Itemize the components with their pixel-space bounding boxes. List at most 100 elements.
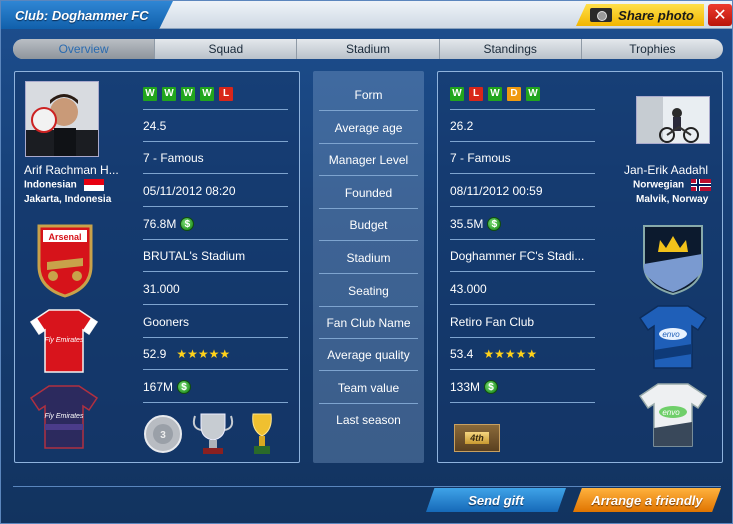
window-title: Club: Doghammer FC bbox=[1, 1, 173, 29]
home-kit-icon: Fly Emirates bbox=[29, 309, 99, 373]
arrange-friendly-button[interactable]: Arrange a friendly bbox=[573, 488, 721, 512]
manager-photo-icon bbox=[26, 82, 98, 156]
tab-stadium[interactable]: Stadium bbox=[297, 39, 440, 59]
form-badge: W bbox=[162, 86, 176, 101]
right-budget-value: 35.5M bbox=[450, 216, 484, 231]
share-photo-button[interactable]: Share photo bbox=[576, 4, 704, 26]
label-last-season: Last season bbox=[336, 413, 401, 427]
right-average-quality-value: 53.4 bbox=[450, 346, 474, 361]
tab-overview[interactable]: Overview bbox=[13, 39, 156, 59]
home-kit-sponsor: Fly Emirates bbox=[45, 337, 84, 344]
left-team-value: 167M $ bbox=[143, 371, 288, 403]
form-badge: L bbox=[469, 86, 483, 101]
right-budget: 35.5M $ bbox=[450, 208, 595, 240]
label-team-value: Team value bbox=[319, 372, 418, 404]
tab-squad[interactable]: Squad bbox=[155, 39, 298, 59]
form-badge: W bbox=[143, 86, 157, 101]
left-budget: 76.8M $ bbox=[143, 208, 288, 240]
coin-icon: $ bbox=[487, 216, 502, 231]
left-founded: 05/11/2012 08:20 bbox=[143, 175, 288, 207]
label-stadium: Stadium bbox=[319, 242, 418, 274]
last-season-value: 4th bbox=[465, 432, 489, 444]
label-form: Form bbox=[319, 79, 418, 111]
star-rating-icon: ★★★★★ bbox=[176, 346, 231, 361]
norway-flag-icon bbox=[690, 179, 711, 191]
silver-cup-trophy-icon bbox=[192, 413, 234, 454]
silver-plate-trophy-icon: 3 bbox=[144, 415, 182, 453]
left-budget-value: 76.8M bbox=[143, 216, 177, 231]
right-form: W L W D W bbox=[450, 78, 595, 110]
field-labels-column: Form Average age Manager Level Founded B… bbox=[313, 71, 424, 463]
form-badge: W bbox=[200, 86, 214, 101]
left-club-panel: Arif Rachman H... Indonesian Jakarta, In… bbox=[14, 71, 300, 463]
form-badge: W bbox=[181, 86, 195, 101]
crest-name: Arsenal bbox=[48, 232, 81, 242]
right-location: Malvik, Norway bbox=[636, 194, 709, 205]
coin-icon: $ bbox=[177, 379, 192, 394]
away-kit-icon: Fly Emirates bbox=[29, 385, 99, 449]
left-nationality-label: Indonesian bbox=[24, 179, 77, 191]
left-location: Jakarta, Indonesia bbox=[24, 194, 112, 205]
right-nationality-label: Norwegian bbox=[633, 179, 685, 191]
left-manager-name[interactable]: Arif Rachman H... bbox=[24, 163, 119, 177]
label-fan-club-name: Fan Club Name bbox=[319, 307, 418, 339]
left-trophies: 3 bbox=[143, 408, 293, 458]
left-manager-level: 7 - Famous bbox=[143, 142, 288, 174]
label-manager-level: Manager Level bbox=[319, 144, 418, 176]
right-founded: 08/11/2012 00:59 bbox=[450, 175, 595, 207]
tab-standings[interactable]: Standings bbox=[440, 39, 582, 59]
left-fan-club: Gooners bbox=[143, 306, 288, 338]
coin-icon: $ bbox=[484, 379, 499, 394]
right-team-value-value: 133M bbox=[450, 379, 481, 394]
send-gift-button[interactable]: Send gift bbox=[426, 488, 566, 512]
camera-icon bbox=[590, 8, 612, 22]
doghammer-crest-icon bbox=[643, 225, 703, 296]
form-badge: W bbox=[526, 86, 540, 101]
left-team-value-value: 167M bbox=[143, 379, 174, 394]
left-seating: 31.000 bbox=[143, 273, 288, 305]
left-manager-avatar[interactable] bbox=[25, 81, 99, 157]
arsenal-crest-icon: Arsenal bbox=[37, 224, 93, 298]
form-badge: L bbox=[219, 86, 233, 101]
right-kit-sponsor: envo bbox=[662, 330, 680, 339]
label-seating: Seating bbox=[319, 275, 418, 307]
share-photo-label: Share photo bbox=[618, 7, 694, 23]
svg-text:3: 3 bbox=[160, 430, 166, 441]
right-nationality: Norwegian bbox=[633, 179, 711, 191]
right-fan-club: Retiro Fan Club bbox=[450, 306, 595, 338]
last-season-plaque-icon: 4th bbox=[454, 424, 500, 452]
form-badge: W bbox=[450, 86, 464, 101]
label-average-quality: Average quality bbox=[319, 339, 418, 371]
label-average-age: Average age bbox=[319, 112, 418, 144]
away-kit-sponsor: Fly Emirates bbox=[45, 413, 84, 420]
right-home-kit-icon: envo bbox=[638, 305, 708, 369]
left-average-quality: 52.9 ★★★★★ bbox=[143, 338, 288, 370]
left-form: W W W W L bbox=[143, 78, 288, 110]
right-manager-name[interactable]: Jan-Erik Aadahl bbox=[624, 163, 708, 177]
right-average-age: 26.2 bbox=[450, 110, 595, 142]
close-button[interactable]: ✕ bbox=[708, 4, 732, 26]
left-stadium: BRUTAL's Stadium bbox=[143, 240, 288, 272]
right-team-value: 133M $ bbox=[450, 371, 595, 403]
coin-icon: $ bbox=[180, 216, 195, 231]
manager-photo-icon bbox=[637, 97, 709, 143]
right-seating: 43.000 bbox=[450, 273, 595, 305]
indonesia-flag-icon bbox=[83, 179, 104, 191]
left-average-quality-value: 52.9 bbox=[143, 346, 167, 361]
tab-bar: Overview Squad Stadium Standings Trophie… bbox=[13, 39, 723, 59]
left-average-age: 24.5 bbox=[143, 110, 288, 142]
titlebar: Club: Doghammer FC Share photo ✕ bbox=[1, 1, 732, 29]
right-manager-avatar[interactable] bbox=[636, 96, 710, 144]
footer-divider bbox=[13, 486, 721, 487]
star-rating-icon: ★★★★★ bbox=[483, 346, 538, 361]
right-club-panel: W L W D W 26.2 7 - Famous 08/11/2012 00:… bbox=[437, 71, 723, 463]
club-window: Club: Doghammer FC Share photo ✕ Overvie… bbox=[0, 0, 733, 524]
right-average-quality: 53.4 ★★★★★ bbox=[450, 338, 595, 370]
right-away-kit-sponsor: envo bbox=[662, 408, 680, 417]
tab-trophies[interactable]: Trophies bbox=[582, 39, 723, 59]
right-away-kit-icon: envo bbox=[638, 383, 708, 447]
form-badge: D bbox=[507, 86, 521, 101]
right-stadium: Doghammer FC's Stadi... bbox=[450, 240, 595, 272]
label-budget: Budget bbox=[319, 209, 418, 241]
left-nationality: Indonesian bbox=[24, 179, 104, 191]
